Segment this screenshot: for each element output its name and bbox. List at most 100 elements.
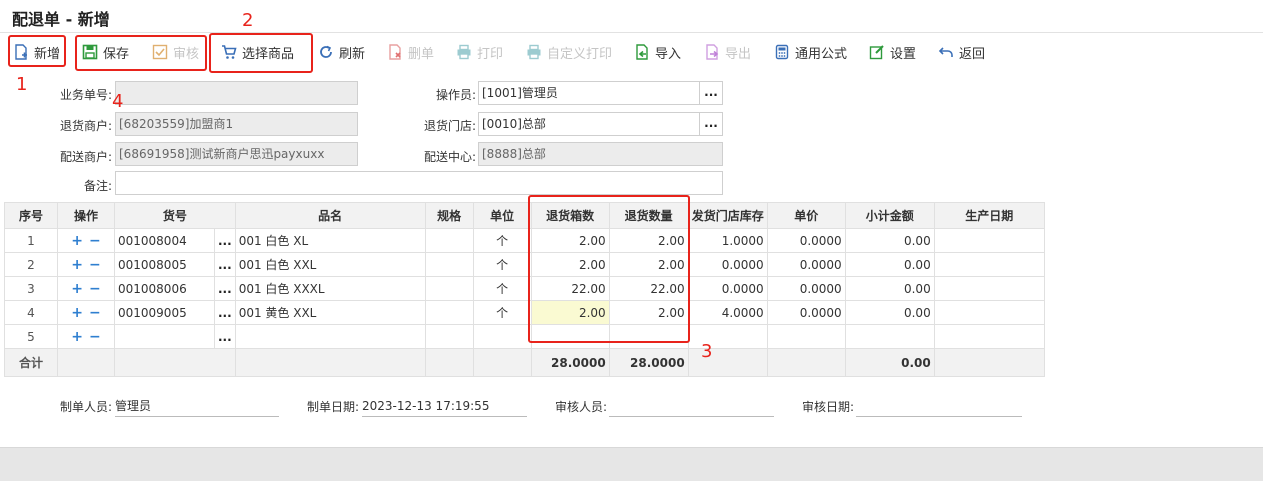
row-spec: [424, 276, 474, 301]
add-row-icon[interactable]: +: [71, 329, 83, 345]
row-code[interactable]: 001008004: [114, 228, 215, 253]
code-picker-dots[interactable]: ...: [218, 306, 232, 320]
delivery-center-label: 配送中心:: [423, 150, 476, 164]
remove-row-icon[interactable]: −: [89, 281, 101, 297]
settings-button[interactable]: 设置: [869, 38, 916, 66]
total-empty-cell: [424, 348, 474, 377]
print-button[interactable]: 打印: [456, 38, 503, 66]
remove-row-icon[interactable]: −: [89, 233, 101, 249]
formula-button[interactable]: 通用公式: [774, 38, 847, 66]
row-code[interactable]: 001009005: [114, 300, 215, 325]
auditor-value: [609, 396, 774, 417]
delivery-merchant-label: 配送商户:: [59, 150, 112, 164]
row-code[interactable]: [114, 324, 215, 349]
operator-field[interactable]: [1001]管理员: [478, 81, 700, 105]
annotation-number-1: 1: [16, 74, 28, 95]
back-button[interactable]: 返回: [938, 38, 985, 66]
delivery-center-field[interactable]: [8888]总部: [478, 142, 723, 166]
custom-print-label: 自定义打印: [547, 46, 613, 62]
back-label: 返回: [959, 46, 986, 62]
row-date[interactable]: [933, 324, 1045, 349]
make-date-label: 制单日期:: [307, 400, 360, 414]
row-code-picker[interactable]: ...: [214, 228, 236, 253]
row-code[interactable]: 001008006: [114, 276, 215, 301]
row-spec: [424, 228, 474, 253]
row-ops: + −: [57, 252, 115, 277]
col-header-subtotal: 小计金额: [844, 202, 935, 229]
custom-print-button[interactable]: 自定义打印: [526, 38, 612, 66]
remove-row-icon[interactable]: −: [89, 257, 101, 273]
order-no-field[interactable]: [115, 81, 358, 105]
delivery-merchant-field[interactable]: [68691958]测试新商户思迅payxuxx: [115, 142, 358, 166]
row-name: 001 黄色 XXL: [234, 300, 426, 325]
row-code-picker[interactable]: ...: [214, 324, 236, 349]
row-subtotal: 0.00: [844, 300, 935, 325]
remove-row-icon[interactable]: −: [89, 329, 101, 345]
import-button[interactable]: 导入: [634, 38, 681, 66]
annotation-box-new: [8, 35, 66, 67]
order-no-label: 业务单号:: [59, 88, 112, 102]
settings-label: 设置: [890, 46, 917, 62]
add-row-icon[interactable]: +: [71, 233, 83, 249]
row-price: 0.0000: [766, 300, 846, 325]
export-icon: [706, 44, 719, 60]
return-store-picker-button[interactable]: ...: [699, 112, 723, 136]
operator-label: 操作员:: [435, 88, 476, 102]
row-date[interactable]: [933, 276, 1045, 301]
row-name: [234, 324, 426, 349]
col-header-unit: 单位: [472, 202, 532, 229]
return-store-field[interactable]: [0010]总部: [478, 112, 700, 136]
back-arrow-icon: [938, 47, 953, 57]
remove-row-icon[interactable]: −: [89, 305, 101, 321]
maker-value: 管理员: [115, 396, 279, 417]
delete-button[interactable]: 删单: [387, 38, 434, 66]
maker-label: 制单人员:: [60, 400, 113, 414]
auditor-label: 审核人员:: [555, 400, 608, 414]
row-no: 3: [4, 276, 58, 301]
row-unit: 个: [472, 228, 532, 253]
row-code[interactable]: 001008005: [114, 252, 215, 277]
code-picker-dots[interactable]: ...: [218, 330, 232, 344]
table-header-row: 序号 操作 货号 品名 规格 单位 退货箱数 退货数量 发货门店库存 单价 小计…: [4, 202, 1045, 229]
row-no: 5: [4, 324, 58, 349]
audit-date-value: [856, 396, 1022, 417]
row-code-picker[interactable]: ...: [214, 276, 236, 301]
operator-picker-button[interactable]: ...: [699, 81, 723, 105]
add-row-icon[interactable]: +: [71, 305, 83, 321]
row-date[interactable]: [933, 300, 1045, 325]
annotation-number-3: 3: [701, 341, 713, 362]
annotation-number-4: 4: [112, 91, 124, 112]
return-merchant-field[interactable]: [68203559]加盟商1: [115, 112, 358, 136]
annotation-box-select-goods: [209, 33, 313, 73]
row-subtotal: 0.00: [844, 276, 935, 301]
row-stock: 0.0000: [687, 276, 768, 301]
export-button[interactable]: 导出: [704, 38, 751, 66]
row-subtotal: [844, 324, 935, 349]
row-unit: 个: [472, 276, 532, 301]
row-subtotal: 0.00: [844, 252, 935, 277]
remark-field[interactable]: [115, 171, 723, 195]
row-code-picker[interactable]: ...: [214, 252, 236, 277]
row-price: 0.0000: [766, 276, 846, 301]
code-picker-dots[interactable]: ...: [218, 258, 232, 272]
code-picker-dots[interactable]: ...: [218, 234, 232, 248]
total-empty-cell: [933, 348, 1045, 377]
row-date[interactable]: [933, 252, 1045, 277]
delete-label: 删单: [408, 46, 435, 62]
table-row: 4 + − 001009005 ... 001 黄色 XXL 个 2.00 2.0…: [4, 300, 1045, 325]
row-code-picker[interactable]: ...: [214, 300, 236, 325]
add-row-icon[interactable]: +: [71, 257, 83, 273]
import-icon: [636, 44, 648, 60]
code-picker-dots[interactable]: ...: [218, 282, 232, 296]
refresh-button[interactable]: 刷新: [318, 38, 365, 66]
total-label: 合计: [4, 348, 58, 377]
total-qty: 28.0000: [608, 348, 689, 377]
table-row: 3 + − 001008006 ... 001 白色 XXXL 个 22.00 2…: [4, 276, 1045, 301]
row-date[interactable]: [933, 228, 1045, 253]
total-empty-cell: [57, 348, 115, 377]
row-name: 001 白色 XL: [234, 228, 426, 253]
table-row: 5 + − ...: [4, 324, 1045, 349]
add-row-icon[interactable]: +: [71, 281, 83, 297]
calculator-icon: [775, 44, 789, 60]
row-spec: [424, 300, 474, 325]
